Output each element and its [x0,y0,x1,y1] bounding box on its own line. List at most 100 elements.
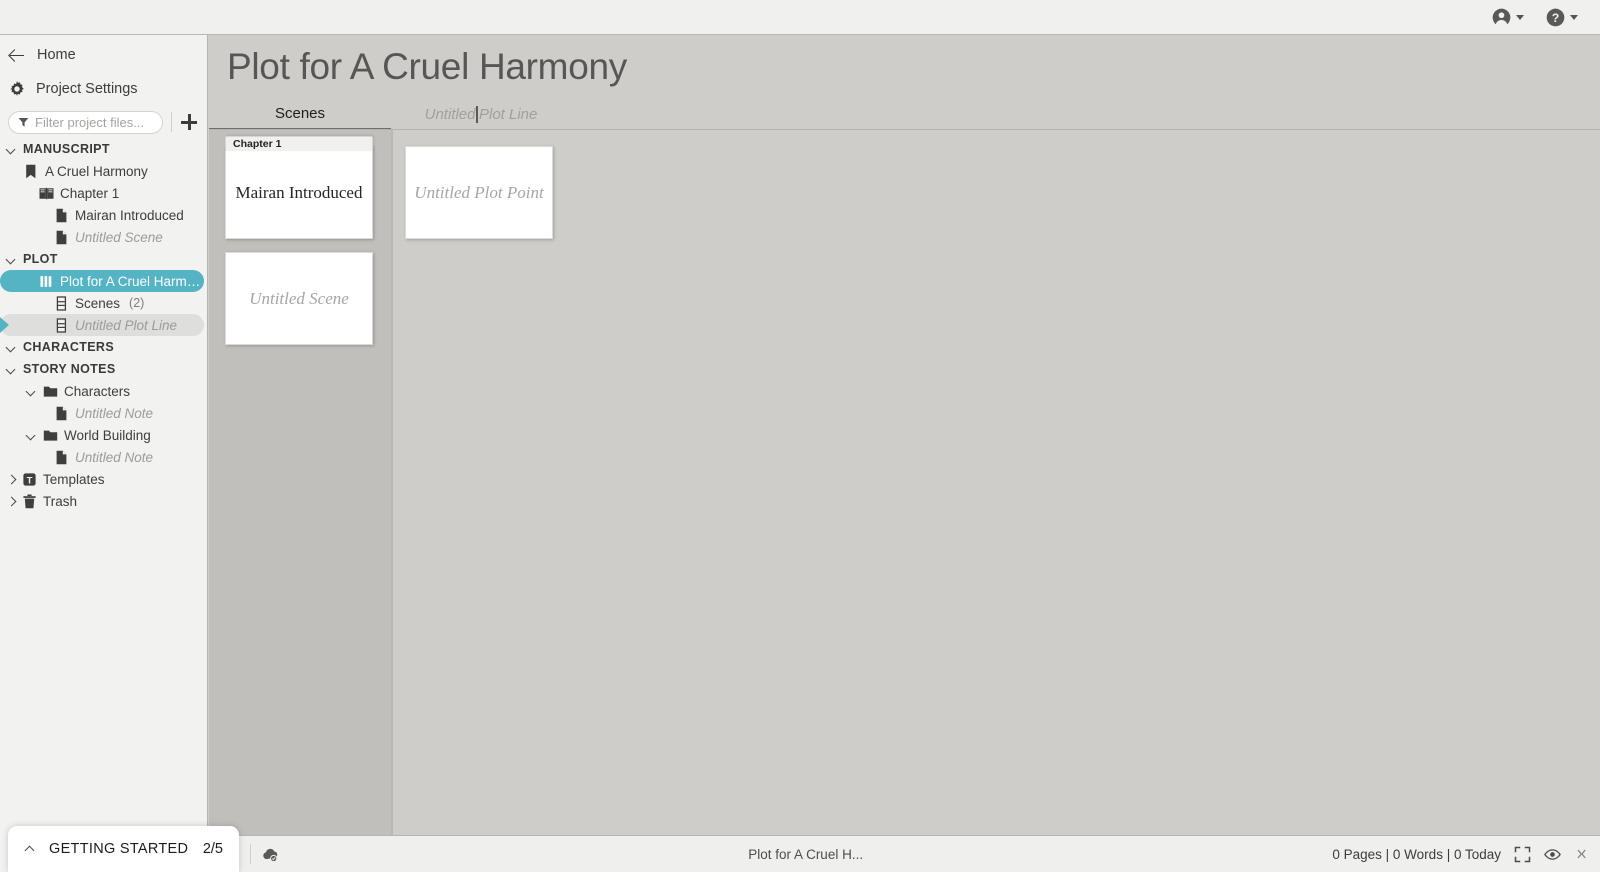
tree-item-count: (2) [129,296,145,310]
tree-item-untitled-note[interactable]: Untitled Note [0,402,207,424]
plot-point-card[interactable]: Untitled Plot Point [405,146,553,239]
tab-strip: Scenes Untitled Plot Line [209,99,1600,130]
chevron-down-icon[interactable] [5,144,16,155]
tab-scenes-label: Scenes [274,105,326,122]
tree-item-label: Untitled Plot Line [75,317,178,333]
status-bar: Plot for A Cruel H... 0 Pages | 0 Words … [209,835,1600,872]
svg-text:?: ? [1552,10,1560,24]
text-cursor [476,106,478,123]
chevron-right-icon[interactable] [5,496,16,507]
plotline-icon [56,295,67,311]
chevron-down-icon[interactable] [25,386,36,397]
svg-text:T: T [27,475,33,486]
account-circle-icon [1492,8,1511,27]
document-icon [56,450,67,464]
tab-plotline-label-before: Untitled [424,106,476,123]
document-icon [56,230,67,244]
help-circle-icon: ? [1546,8,1565,26]
tree-item-untitled-scene[interactable]: Untitled Scene [0,226,207,248]
tree-item-label: Characters [64,383,131,399]
arrow-left-icon [9,47,26,64]
plus-icon[interactable] [181,114,197,130]
getting-started-panel[interactable]: GETTING STARTED 2/5 [8,826,239,872]
tree-item-scenes[interactable]: Scenes (2) [0,292,207,314]
tree-group-label: STORY NOTES [23,362,116,376]
tree-item-world-building[interactable]: World Building [0,424,207,446]
tree-group-story-notes[interactable]: STORY NOTES [0,358,207,380]
tree-item-label: Mairan Introduced [75,207,184,223]
tree-group-label: CHARACTERS [23,340,114,354]
tree-item-label: Untitled Note [75,405,154,421]
tree-item-mairan-introduced[interactable]: Mairan Introduced [0,204,207,226]
project-settings-label: Project Settings [36,81,138,97]
chevron-down-icon [1516,14,1524,20]
getting-started-label: GETTING STARTED [49,841,189,857]
chevron-right-icon[interactable] [5,474,16,485]
tree-item-label: Trash [43,493,78,509]
project-sidebar: Home Project Settings Filter project fil… [0,35,208,872]
project-tree: MANUSCRIPT A Cruel Harmony Chapter 1 Mairan… [0,138,207,512]
plot-bars-icon [40,275,52,287]
help-menu[interactable]: ? [1546,8,1578,27]
templates-t-icon: T [23,472,36,486]
trash-icon [23,494,36,508]
chevron-up-icon[interactable] [24,844,35,855]
tree-item-label: Templates [43,471,105,487]
status-bar-right: 0 Pages | 0 Words | 0 Today [1332,846,1600,863]
search-placeholder: Filter project files... [35,114,145,130]
page-title: Plot for A Cruel Harmony [227,46,627,87]
book-open-icon [39,187,54,199]
chevron-down-icon[interactable] [5,254,16,265]
tree-group-characters[interactable]: CHARACTERS [0,336,207,358]
tree-item-templates[interactable]: T Templates [0,468,207,490]
plot-board: Chapter 1 Mairan Introduced Untitled Sce… [209,130,1600,850]
tree-item-trash[interactable]: Trash [0,490,207,512]
tree-item-untitled-note[interactable]: Untitled Note [0,446,207,468]
chevron-down-icon[interactable] [25,430,36,441]
tree-item-label: Plot for A Cruel Harmony [60,273,204,289]
tree-item-chapter-1[interactable]: Chapter 1 [0,182,207,204]
project-settings-button[interactable]: Project Settings [0,72,207,106]
tree-item-characters[interactable]: Characters [0,380,207,402]
divider [250,844,251,864]
tab-scenes[interactable]: Scenes [209,99,391,130]
scene-card-title: Untitled Scene [249,288,349,308]
home-label: Home [37,47,76,63]
tree-item-label: Scenes [75,295,121,311]
tree-item-untitled-plot-line[interactable]: Untitled Plot Line [0,314,204,336]
account-menu[interactable] [1492,8,1524,27]
home-button[interactable]: Home [0,38,207,72]
folder-icon [43,386,58,397]
collapse-panel-icon[interactable] [1574,847,1588,861]
cloud-sync-check-icon[interactable] [262,846,279,863]
plot-line-column: Untitled Plot Point [393,130,1600,850]
tree-item-plot-for-a-cruel-harmony[interactable]: Plot for A Cruel Harmony [0,270,204,292]
tree-item-label: World Building [64,427,151,443]
scenes-column: Chapter 1 Mairan Introduced Untitled Sce… [209,130,391,850]
fullscreen-icon[interactable] [1514,846,1531,863]
document-icon [56,406,67,420]
tree-item-a-cruel-harmony[interactable]: A Cruel Harmony [0,160,207,182]
top-bar: ? [0,0,1600,35]
scene-card[interactable]: Chapter 1 Mairan Introduced [225,136,373,239]
scene-card[interactable]: Untitled Scene [225,252,373,345]
filter-row: Filter project files... [0,106,207,138]
search-input[interactable]: Filter project files... [8,110,163,134]
tab-untitled-plot-line[interactable]: Untitled Plot Line [391,99,571,130]
chapter-tag: Chapter 1 [225,136,373,151]
word-count-stats: 0 Pages | 0 Words | 0 Today [1332,846,1501,862]
plot-point-title: Untitled Plot Point [414,182,544,202]
selection-marker [0,317,9,333]
tree-group-plot[interactable]: PLOT [0,248,207,270]
chevron-down-icon[interactable] [5,342,16,353]
filter-funnel-icon [18,117,29,127]
tree-item-label: Chapter 1 [60,185,120,201]
chevron-down-icon[interactable] [5,364,16,375]
eye-icon[interactable] [1544,846,1561,863]
folder-icon [43,430,58,441]
document-header: Plot for A Cruel Harmony Scenes Untitled… [209,35,1600,130]
status-bar-document-name: Plot for A Cruel H... [748,846,864,862]
chevron-down-icon [1570,14,1578,20]
tree-group-manuscript[interactable]: MANUSCRIPT [0,138,207,160]
getting-started-progress: 2/5 [202,841,223,857]
